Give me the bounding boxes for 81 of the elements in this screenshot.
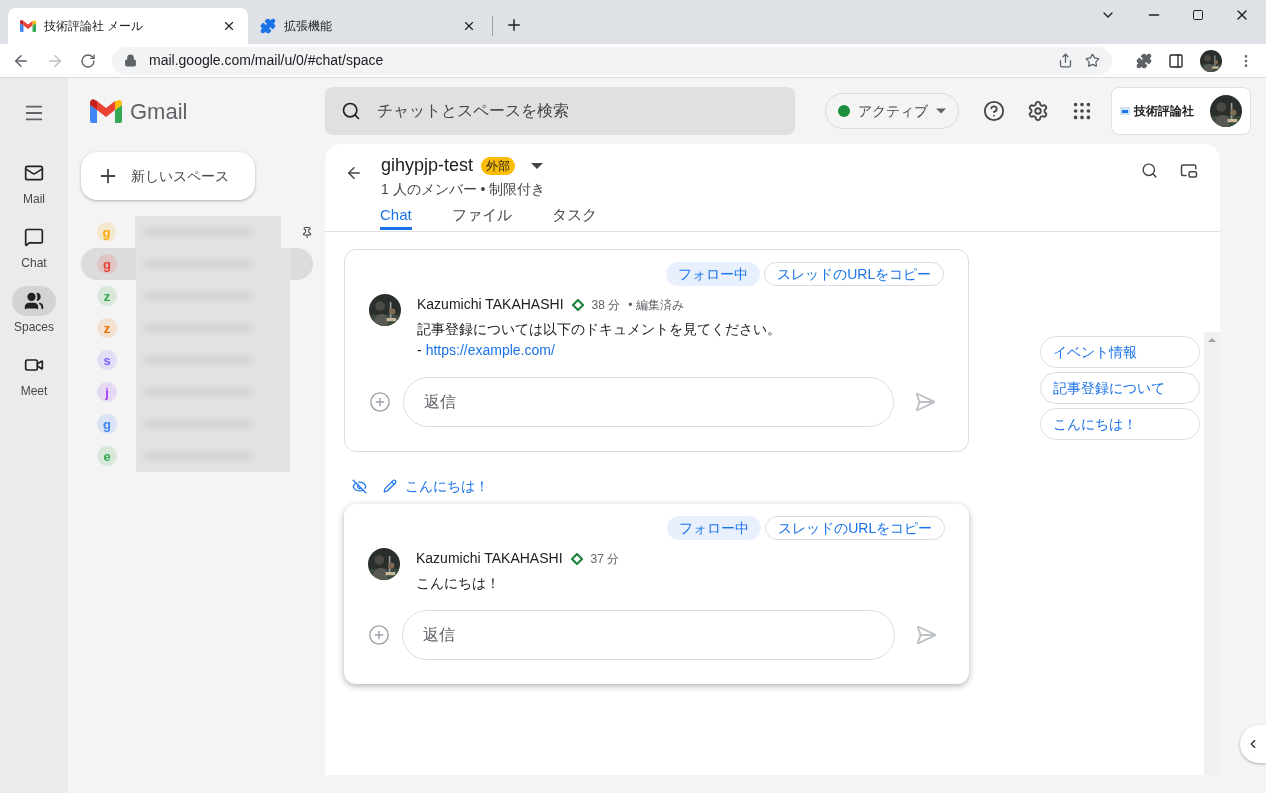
space-item[interactable]: z xyxy=(81,312,313,344)
rail-item[interactable]: Meet xyxy=(0,350,68,414)
diamond-icon xyxy=(571,298,584,311)
space-tab[interactable]: タスク xyxy=(551,204,597,230)
org-name: 技術評論社 xyxy=(1134,103,1195,120)
eye-off-icon[interactable] xyxy=(352,478,367,494)
rail-item[interactable]: Chat xyxy=(0,222,68,286)
follow-button[interactable]: フォロー中 xyxy=(666,262,761,286)
pencil-icon[interactable] xyxy=(383,479,397,493)
reply-field[interactable]: 返信 xyxy=(402,610,896,660)
search-field[interactable]: チャットとスペースを検索 xyxy=(325,87,795,135)
rail-item[interactable]: Mail xyxy=(0,158,68,222)
space-initial: g xyxy=(103,257,111,271)
share-icon[interactable] xyxy=(1058,53,1073,68)
tab-title: 技術評論社 メール xyxy=(44,18,145,35)
space-item[interactable]: j xyxy=(81,376,313,408)
people-icon xyxy=(24,291,44,311)
account-card[interactable]: 技術評論社 xyxy=(1111,87,1251,135)
picture-in-picture-icon[interactable] xyxy=(1180,162,1198,180)
browser-tab[interactable]: 拡張機能 xyxy=(248,8,488,44)
space-item[interactable]: e xyxy=(81,440,313,472)
space-initial: j xyxy=(105,385,109,399)
caret-icon xyxy=(936,108,946,114)
dash-text: - xyxy=(417,341,422,360)
link[interactable]: https://example.com/ xyxy=(425,340,555,361)
space-tab[interactable]: ファイル xyxy=(451,204,512,230)
diamond-icon xyxy=(570,552,583,565)
space-tab[interactable]: Chat xyxy=(380,204,412,230)
back-icon[interactable] xyxy=(345,164,363,182)
gmail-wordmark: Gmail xyxy=(130,97,188,126)
new-tab-icon[interactable] xyxy=(505,16,523,34)
author-name: Kazumichi TAKAHASHI xyxy=(417,295,564,314)
lock-icon xyxy=(124,54,137,67)
chat-icon xyxy=(24,227,44,247)
add-icon[interactable] xyxy=(368,624,390,646)
pin-icon[interactable] xyxy=(300,225,313,239)
apps-icon[interactable] xyxy=(1071,100,1093,122)
mail-icon xyxy=(24,163,44,183)
caret-icon[interactable] xyxy=(531,162,544,169)
space-initial: g xyxy=(102,225,111,239)
reload-icon[interactable] xyxy=(80,52,96,69)
message-text: 記事登録については以下のドキュメントを見てください。 xyxy=(417,320,781,339)
thread-title[interactable]: こんにちは！ xyxy=(405,475,489,497)
close-icon[interactable] xyxy=(222,19,236,33)
space-name: gihypjp-test xyxy=(381,154,474,177)
space-initial: g xyxy=(103,417,111,431)
settings-icon[interactable] xyxy=(1027,100,1049,122)
edited-label: • 編集済み xyxy=(628,296,684,314)
address-bar[interactable]: mail.google.com/mail/u/0/#chat/space xyxy=(112,46,1112,75)
follow-button[interactable]: フォロー中 xyxy=(667,516,762,540)
gmail-logo xyxy=(90,99,122,123)
space-item[interactable]: g xyxy=(81,408,313,440)
reply-field[interactable]: 返信 xyxy=(403,377,895,427)
side-panel-icon[interactable] xyxy=(1168,52,1184,69)
puzzle-icon[interactable] xyxy=(1136,52,1152,69)
rail-item[interactable]: Spaces xyxy=(0,286,68,350)
maximize-icon[interactable] xyxy=(1192,9,1204,21)
space-item[interactable]: s xyxy=(81,344,313,376)
space-initial: s xyxy=(103,353,111,367)
message-text: こんにちは！ xyxy=(416,574,501,593)
space-initial: z xyxy=(103,289,111,303)
space-item[interactable]: g xyxy=(81,248,313,280)
search-icon[interactable] xyxy=(1141,162,1158,179)
external-badge: 外部 xyxy=(481,156,516,175)
tab-title: 拡張機能 xyxy=(284,18,333,35)
add-icon[interactable] xyxy=(369,391,391,413)
star-icon[interactable] xyxy=(1085,53,1100,68)
space-subtitle: 1 人のメンバー • 制限付き xyxy=(381,180,546,199)
space-initial: e xyxy=(103,449,111,463)
puzzle-icon xyxy=(260,18,276,34)
space-initial: z xyxy=(103,321,111,335)
author-name: Kazumichi TAKAHASHI xyxy=(416,549,563,568)
new-space-button[interactable]: 新しいスペース xyxy=(81,152,255,200)
search-icon[interactable] xyxy=(341,101,361,121)
browser-tab[interactable]: 技術評論社 メール xyxy=(8,8,248,44)
message-time: 37 分 xyxy=(590,550,620,568)
gmail-logo xyxy=(20,20,36,32)
message-time: 38 分 xyxy=(591,296,621,314)
close-icon[interactable] xyxy=(462,19,476,33)
org-logo-icon xyxy=(1120,107,1130,115)
help-icon[interactable] xyxy=(983,100,1005,122)
